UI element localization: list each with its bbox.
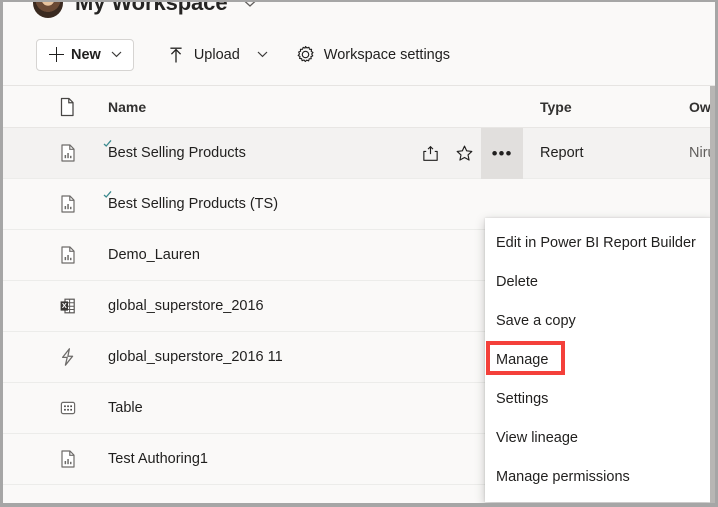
ellipsis-icon: ••• bbox=[491, 143, 513, 163]
row-name[interactable]: Table bbox=[108, 400, 143, 416]
row-name[interactable]: global_superstore_2016 bbox=[108, 298, 264, 314]
row-name[interactable]: Best Selling Products (TS) bbox=[108, 196, 278, 212]
table-row[interactable]: Best Selling Products ••• Report Niru bbox=[3, 128, 715, 179]
share-icon[interactable] bbox=[413, 128, 447, 179]
upload-label: Upload bbox=[193, 46, 240, 63]
document-icon bbox=[58, 97, 76, 117]
upload-button[interactable]: Upload bbox=[167, 39, 268, 71]
report-chart-icon bbox=[58, 245, 78, 265]
new-button[interactable]: New bbox=[36, 38, 134, 71]
workspace-chevron-down-icon[interactable] bbox=[243, 2, 257, 8]
new-chevron-down-icon bbox=[111, 51, 122, 58]
table-grid-icon bbox=[58, 398, 78, 418]
context-menu: Edit in Power BI Report Builder Delete S… bbox=[485, 218, 713, 502]
column-header-name[interactable]: Name bbox=[108, 99, 146, 115]
excel-icon: X bbox=[58, 296, 78, 316]
svg-text:X: X bbox=[62, 301, 67, 310]
menu-item-manage-permissions[interactable]: Manage permissions bbox=[485, 457, 713, 496]
avatar bbox=[33, 2, 63, 18]
column-header-owner[interactable]: Ow bbox=[689, 99, 711, 115]
row-action-group: ••• bbox=[413, 128, 523, 179]
report-chart-icon bbox=[58, 143, 78, 163]
menu-item-edit-in-report-builder[interactable]: Edit in Power BI Report Builder bbox=[485, 223, 713, 262]
table-header: Name Type Ow bbox=[3, 86, 715, 128]
workspace-settings-label: Workspace settings bbox=[323, 46, 451, 63]
upload-chevron-down-icon bbox=[257, 51, 268, 58]
app-window: My Workspace New Upload Workspace settin… bbox=[0, 0, 718, 507]
more-options-button[interactable]: ••• bbox=[481, 128, 523, 179]
row-name[interactable]: global_superstore_2016 11 bbox=[108, 349, 283, 365]
command-bar: New Upload Workspace settings bbox=[3, 24, 715, 86]
plus-icon bbox=[49, 47, 64, 62]
menu-item-delete[interactable]: Delete bbox=[485, 262, 713, 301]
menu-item-manage[interactable]: Manage bbox=[485, 340, 713, 379]
row-name[interactable]: Best Selling Products bbox=[108, 145, 246, 161]
row-name[interactable]: Demo_Lauren bbox=[108, 247, 200, 263]
menu-item-settings[interactable]: Settings bbox=[485, 379, 713, 418]
workspace-header: My Workspace bbox=[3, 2, 257, 20]
row-type: Report bbox=[540, 145, 584, 161]
gear-icon bbox=[296, 45, 315, 64]
star-icon[interactable] bbox=[447, 128, 481, 179]
report-chart-icon bbox=[58, 194, 78, 214]
row-name[interactable]: Test Authoring1 bbox=[108, 451, 208, 467]
vertical-scrollbar[interactable] bbox=[710, 86, 715, 503]
workspace-settings-button[interactable]: Workspace settings bbox=[296, 39, 450, 71]
menu-item-view-lineage[interactable]: View lineage bbox=[485, 418, 713, 457]
new-button-label: New bbox=[71, 46, 101, 63]
menu-item-save-a-copy[interactable]: Save a copy bbox=[485, 301, 713, 340]
column-header-type[interactable]: Type bbox=[540, 99, 572, 115]
upload-arrow-icon bbox=[167, 46, 185, 64]
workspace-page: My Workspace New Upload Workspace settin… bbox=[3, 2, 715, 503]
report-chart-icon bbox=[58, 449, 78, 469]
dataflow-lightning-icon bbox=[58, 347, 78, 367]
page-title: My Workspace bbox=[75, 2, 228, 15]
